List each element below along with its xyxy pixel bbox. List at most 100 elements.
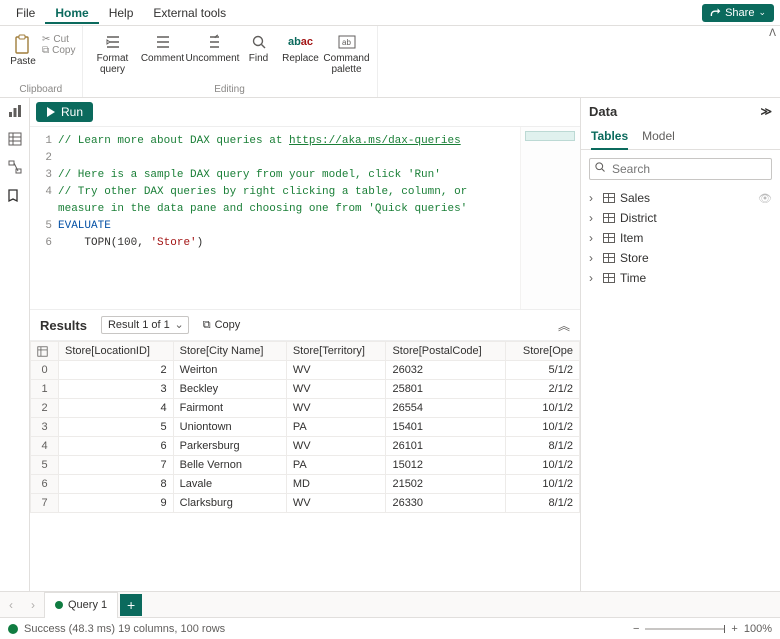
paste-button[interactable]: Paste xyxy=(6,31,40,67)
dax-view-icon[interactable] xyxy=(7,188,22,203)
comment-icon xyxy=(154,31,172,53)
table-row[interactable]: 68LavaleMD2150210/1/2 xyxy=(31,475,580,494)
comment-label: Comment xyxy=(141,53,184,64)
zoom-slider[interactable] xyxy=(645,628,725,630)
tab-nav-next[interactable]: › xyxy=(22,598,44,612)
uncomment-label: Uncomment xyxy=(186,53,240,64)
table-name: Store xyxy=(620,251,649,265)
table-node[interactable]: › Store xyxy=(585,248,776,268)
table-node[interactable]: › Item xyxy=(585,228,776,248)
zoom-in-icon[interactable]: + xyxy=(731,623,737,635)
table-node[interactable]: ›District xyxy=(585,208,776,228)
ribbon-group-editing-label: Editing xyxy=(214,84,245,97)
zoom-out-icon[interactable]: − xyxy=(633,623,639,635)
line-gutter: 123456 xyxy=(30,127,58,309)
run-button[interactable]: Run xyxy=(36,102,93,122)
menu-help[interactable]: Help xyxy=(99,2,144,24)
col-header[interactable]: Store[Territory] xyxy=(286,342,386,361)
play-icon xyxy=(46,107,56,117)
copy-button[interactable]: ⧉Copy xyxy=(42,45,76,56)
code-line-6d: 'Store' xyxy=(150,237,196,249)
uncomment-button[interactable]: Uncomment xyxy=(189,28,237,75)
expand-pane-icon[interactable]: ≫ xyxy=(760,105,772,118)
col-header[interactable]: Store[LocationID] xyxy=(59,342,174,361)
view-switcher xyxy=(0,98,30,591)
table-row[interactable]: 02WeirtonWV260325/1/2 xyxy=(31,361,580,380)
collapse-results-icon[interactable]: ︽ xyxy=(558,317,570,334)
menu-file[interactable]: File xyxy=(6,2,45,24)
col-header[interactable]: Store[Ope xyxy=(506,342,580,361)
query-tab-label: Query 1 xyxy=(68,599,107,611)
results-toolbar: Results Result 1 of 1 ⧉ Copy ︽ xyxy=(30,309,580,341)
status-dot-icon xyxy=(55,601,63,609)
table-row[interactable]: 57Belle VernonPA1501210/1/2 xyxy=(31,456,580,475)
table-icon xyxy=(603,213,615,223)
minimap[interactable] xyxy=(520,127,580,309)
model-view-icon[interactable] xyxy=(8,160,22,174)
table-row[interactable]: 13BeckleyWV258012/1/2 xyxy=(31,380,580,399)
tab-nav-prev[interactable]: ‹ xyxy=(0,598,22,612)
table-row[interactable]: 24FairmontWV2655410/1/2 xyxy=(31,399,580,418)
code-link[interactable]: https://aka.ms/dax-queries xyxy=(289,135,461,147)
cut-button[interactable]: ✂Cut xyxy=(42,34,76,45)
table-row[interactable]: 46ParkersburgWV261018/1/2 xyxy=(31,437,580,456)
menu-bar: File Home Help External tools Share ⌄ xyxy=(0,0,780,26)
query-tab-1[interactable]: Query 1 xyxy=(44,592,118,618)
results-grid[interactable]: Store[LocationID] Store[City Name] Store… xyxy=(30,341,580,591)
replace-button[interactable]: abac Replace xyxy=(281,28,321,75)
copy-results-button[interactable]: ⧉ Copy xyxy=(203,319,241,332)
code-line-5: EVALUATE xyxy=(58,220,111,232)
status-text: Success (48.3 ms) 19 columns, 100 rows xyxy=(24,623,225,635)
result-selector[interactable]: Result 1 of 1 xyxy=(101,316,189,334)
data-view-icon[interactable] xyxy=(8,132,22,146)
run-label: Run xyxy=(61,105,83,119)
table-row[interactable]: 79ClarksburgWV263308/1/2 xyxy=(31,494,580,513)
zoom-control[interactable]: − + 100% xyxy=(633,623,772,635)
status-bar: Success (48.3 ms) 19 columns, 100 rows −… xyxy=(0,617,780,639)
command-palette-button[interactable]: ab Command palette xyxy=(323,28,371,75)
table-row[interactable]: 35UniontownPA1540110/1/2 xyxy=(31,418,580,437)
table-icon xyxy=(603,273,615,283)
copy-label: Copy xyxy=(52,45,75,56)
table-icon xyxy=(603,233,615,243)
comment-button[interactable]: Comment xyxy=(139,28,187,75)
tab-tables[interactable]: Tables xyxy=(591,125,628,150)
menu-external-tools[interactable]: External tools xyxy=(143,2,236,24)
cut-label: Cut xyxy=(53,34,69,45)
code-line-6b: 100 xyxy=(117,237,137,249)
add-query-button[interactable]: + xyxy=(120,594,142,616)
share-button[interactable]: Share ⌄ xyxy=(702,4,774,22)
search-box[interactable] xyxy=(589,158,772,180)
command-palette-label: Command palette xyxy=(323,53,371,75)
collapse-ribbon-icon[interactable]: ᐱ xyxy=(769,28,776,39)
find-label: Find xyxy=(249,53,268,64)
col-header[interactable]: Store[PostalCode] xyxy=(386,342,506,361)
data-pane-title: Data xyxy=(589,104,617,119)
share-label: Share xyxy=(725,7,754,19)
table-node[interactable]: ›Time xyxy=(585,268,776,288)
chevron-right-icon: › xyxy=(589,231,598,245)
share-icon xyxy=(710,7,721,18)
svg-text:ab: ab xyxy=(342,38,351,47)
format-query-button[interactable]: Format query xyxy=(89,28,137,75)
find-icon xyxy=(251,31,267,53)
table-name: Item xyxy=(620,231,643,245)
report-view-icon[interactable] xyxy=(8,104,22,118)
find-button[interactable]: Find xyxy=(239,28,279,75)
code-line-1a: // Learn more about DAX queries at xyxy=(58,135,289,147)
data-pane: Data ≫ Tables Model ›Sales👁›District › Ite… xyxy=(580,98,780,591)
format-label: Format query xyxy=(89,53,137,75)
col-header[interactable]: Store[City Name] xyxy=(173,342,286,361)
editor-pane: Run 123456 // Learn more about DAX queri… xyxy=(30,98,580,591)
search-icon xyxy=(594,161,606,173)
search-input[interactable] xyxy=(589,158,772,180)
table-node[interactable]: ›Sales👁 xyxy=(585,188,776,208)
row-header-corner xyxy=(31,342,59,361)
command-palette-icon: ab xyxy=(338,31,356,53)
tab-model[interactable]: Model xyxy=(642,125,675,149)
code-line-6a: TOPN( xyxy=(58,237,117,249)
chevron-right-icon: › xyxy=(589,251,598,265)
code-editor[interactable]: // Learn more about DAX queries at https… xyxy=(58,127,520,309)
copy-label: Copy xyxy=(215,319,241,331)
menu-home[interactable]: Home xyxy=(45,2,98,24)
